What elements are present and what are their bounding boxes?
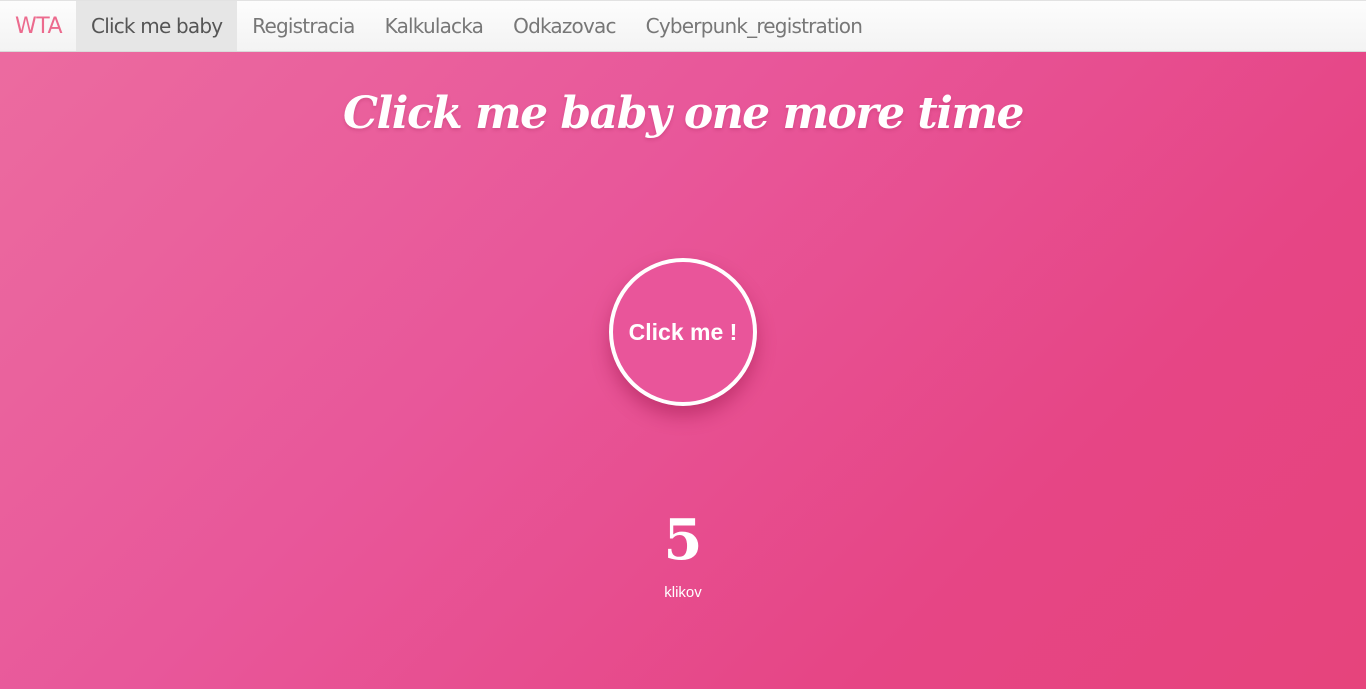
- top-navbar: WTA Click me baby Registracia Kalkulacka…: [0, 0, 1366, 52]
- nav-item-kalkulacka[interactable]: Kalkulacka: [370, 1, 499, 51]
- nav-item-registracia[interactable]: Registracia: [237, 1, 369, 51]
- click-counter: 5: [663, 507, 703, 573]
- click-me-button[interactable]: Click me !: [609, 258, 757, 406]
- nav-item-click-me-baby[interactable]: Click me baby: [76, 1, 238, 51]
- brand-link[interactable]: WTA: [0, 1, 76, 51]
- nav-item-odkazovac[interactable]: Odkazovac: [498, 1, 631, 51]
- page-title: Click me baby one more time: [343, 88, 1024, 139]
- nav-item-cyberpunk-registration[interactable]: Cyberpunk_registration: [631, 1, 877, 51]
- click-counter-label: klikov: [664, 584, 702, 601]
